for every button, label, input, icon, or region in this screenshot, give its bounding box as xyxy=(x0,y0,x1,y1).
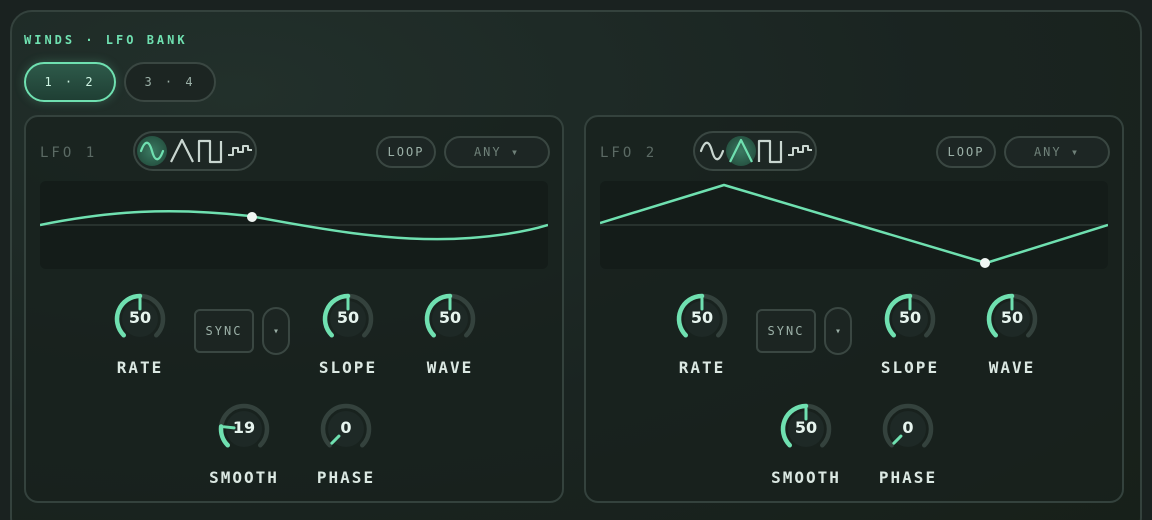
lfo-1-name: LFO 1 xyxy=(40,145,98,161)
lfo-2-phase-marker xyxy=(980,258,990,268)
lfo-2-slope-value: 50 xyxy=(898,308,922,327)
lfo-1-sync-button[interactable]: SYNC xyxy=(194,309,254,353)
lfo-2-rate-knob[interactable]: 50 xyxy=(674,291,730,347)
lfo-2-wave-selector xyxy=(693,131,817,171)
lfo-2-square-button[interactable] xyxy=(755,136,785,166)
lfo-1-square-button[interactable] xyxy=(195,136,225,166)
step-wave-icon xyxy=(788,145,812,156)
lfo-1-slope-knob[interactable]: 50 xyxy=(320,291,376,347)
lfo-1-phase-value: 0 xyxy=(340,418,352,437)
lfo-2-phase-knob[interactable]: 0 xyxy=(880,401,936,457)
sine-wave-icon xyxy=(139,141,165,161)
lfo-2-smooth-value: 50 xyxy=(794,418,818,437)
triangle-wave-icon xyxy=(729,138,753,163)
lfo-2-phase-value: 0 xyxy=(902,418,914,437)
lfo-2-wave-value: 50 xyxy=(1000,308,1024,327)
lfo-2-smooth-knob[interactable]: 50 xyxy=(778,401,834,457)
lfo-1-phase-marker xyxy=(247,212,257,222)
lfo-2-step-button[interactable] xyxy=(785,136,815,166)
lfo-1-triangle-button[interactable] xyxy=(167,136,197,166)
lfo-2-panel: LFO 2 LOOP ANY ▾ 50 RATE SYNC ▾ 50 SLOPE xyxy=(584,115,1124,503)
lfo-1-wave-value: 50 xyxy=(438,308,462,327)
lfo-2-wave-label: WAVE xyxy=(988,358,1036,377)
lfo-2-triangle-button[interactable] xyxy=(726,136,756,166)
lfo-1-trigger-select[interactable]: ANY ▾ xyxy=(444,136,550,168)
sine-wave-icon xyxy=(699,141,725,161)
lfo-2-slope-knob[interactable]: 50 xyxy=(882,291,938,347)
step-wave-icon xyxy=(228,145,252,156)
lfo-1-loop-button[interactable]: LOOP xyxy=(376,136,436,168)
bank-title: WINDS · LFO BANK xyxy=(24,33,188,47)
lfo-2-slope-label: SLOPE xyxy=(880,358,940,377)
lfo-2-trigger-select[interactable]: ANY ▾ xyxy=(1004,136,1110,168)
lfo-1-phase-knob[interactable]: 0 xyxy=(318,401,374,457)
lfo-2-phase-label: PHASE xyxy=(878,468,938,487)
lfo-2-sync-dropdown[interactable]: ▾ xyxy=(824,307,852,355)
lfo-1-wave-label: WAVE xyxy=(426,358,474,377)
lfo-1-panel: LFO 1 LOOP ANY ▾ 50 RATE SYNC ▾ 50 SLOPE xyxy=(24,115,564,503)
lfo-1-sync-dropdown[interactable]: ▾ xyxy=(262,307,290,355)
lfo-1-rate-knob[interactable]: 50 xyxy=(112,291,168,347)
lfo-2-waveform-display xyxy=(599,181,1109,269)
tab-lfo-3-4[interactable]: 3 · 4 xyxy=(124,62,216,102)
lfo-1-smooth-value: 19 xyxy=(232,418,256,437)
lfo-1-waveform-display xyxy=(39,181,549,269)
lfo-1-smooth-knob[interactable]: 19 xyxy=(216,401,272,457)
lfo-1-wave-knob[interactable]: 50 xyxy=(422,291,478,347)
lfo-2-sync-button[interactable]: SYNC xyxy=(756,309,816,353)
lfo-1-rate-value: 50 xyxy=(128,308,152,327)
lfo-2-sine-button[interactable] xyxy=(697,136,727,166)
lfo-1-slope-value: 50 xyxy=(336,308,360,327)
lfo-1-rate-label: RATE xyxy=(116,358,164,377)
lfo-2-name: LFO 2 xyxy=(600,145,658,161)
lfo-1-wave-selector xyxy=(133,131,257,171)
lfo-2-rate-value: 50 xyxy=(690,308,714,327)
lfo-1-sine-button[interactable] xyxy=(137,136,167,166)
lfo-2-wave-knob[interactable]: 50 xyxy=(984,291,1040,347)
square-wave-icon xyxy=(757,139,783,164)
lfo-1-phase-label: PHASE xyxy=(316,468,376,487)
tab-lfo-1-2[interactable]: 1 · 2 xyxy=(24,62,116,102)
lfo-1-slope-label: SLOPE xyxy=(318,358,378,377)
lfo-1-step-button[interactable] xyxy=(225,136,255,166)
lfo-2-loop-button[interactable]: LOOP xyxy=(936,136,996,168)
square-wave-icon xyxy=(197,139,223,164)
lfo-2-smooth-label: SMOOTH xyxy=(771,468,841,487)
triangle-wave-icon xyxy=(170,138,194,163)
lfo-2-rate-label: RATE xyxy=(678,358,726,377)
lfo-1-smooth-label: SMOOTH xyxy=(209,468,279,487)
